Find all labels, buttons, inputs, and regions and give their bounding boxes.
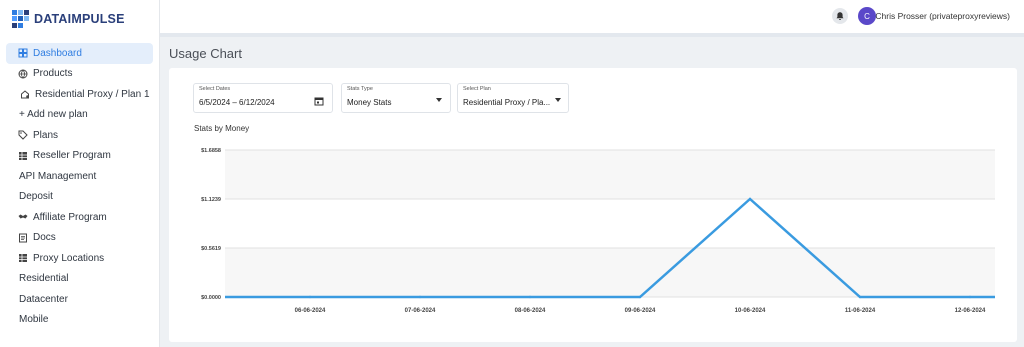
grid-icon <box>18 151 28 161</box>
y-tick-label: $0.5619 <box>201 246 221 252</box>
sidebar-item-reseller-program[interactable]: Reseller Program <box>6 146 153 167</box>
plot-band <box>225 248 995 297</box>
sidebar-item-residential-proxy-plan-1[interactable]: Residential Proxy / Plan 1 <box>6 84 153 105</box>
plot-background <box>225 150 995 297</box>
sidebar-item-label: Products <box>33 68 73 80</box>
handshake-icon <box>18 212 28 222</box>
sidebar-item-label: Mobile <box>19 314 49 326</box>
brand-name: DATAIMPULSE <box>34 12 125 26</box>
page-title: Usage Chart <box>169 46 242 61</box>
sidebar-item-label: Plans <box>33 129 59 141</box>
notifications-bell-button[interactable] <box>832 8 848 24</box>
sidebar-item-plans[interactable]: Plans <box>6 125 153 146</box>
grid-icon <box>18 253 28 263</box>
x-tick-label: 09-06-2024 <box>625 308 656 314</box>
data-point[interactable] <box>638 295 642 299</box>
x-tick-label: 10-06-2024 <box>735 308 766 314</box>
sidebar-item-label: + Add new plan <box>19 109 88 121</box>
sidebar-item-label: Residential <box>19 273 69 285</box>
sidebar-item-label: Dashboard <box>33 47 82 59</box>
user-avatar[interactable]: C <box>858 7 876 25</box>
sidebar: DATAIMPULSE Dashboard Products Residential… <box>0 0 160 347</box>
user-name[interactable]: Chris Prosser (privateproxyreviews) <box>875 11 1010 21</box>
sidebar-item-deposit[interactable]: Deposit <box>6 187 153 208</box>
usage-line-chart: $1.6858 $1.1239 $0.5619 $0.0000 06-06-2024 07… <box>201 148 995 314</box>
logo-mark-icon <box>12 10 30 28</box>
data-point[interactable] <box>968 295 972 299</box>
header-divider <box>160 33 1024 37</box>
sidebar-item-label: API Management <box>19 170 97 182</box>
y-tick-label: $1.1239 <box>201 197 221 203</box>
sidebar-item-proxy-locations[interactable]: Proxy Locations <box>6 248 153 269</box>
sidebar-item-datacenter[interactable]: Datacenter <box>6 289 153 310</box>
x-tick-label: 06-06-2024 <box>295 308 326 314</box>
x-tick-label: 11-06-2024 <box>845 308 876 314</box>
sidebar-item-dashboard[interactable]: Dashboard <box>6 43 153 64</box>
usage-chart-card: Select Dates 6/5/2024 – 6/12/2024 Stats … <box>169 68 1017 342</box>
sidebar-item-docs[interactable]: Docs <box>6 228 153 249</box>
plot-band <box>225 150 995 199</box>
data-point[interactable] <box>858 295 862 299</box>
doc-icon <box>18 233 28 243</box>
brand-logo[interactable]: DATAIMPULSE <box>0 0 159 38</box>
x-tick-label: 08-06-2024 <box>515 308 546 314</box>
bell-icon <box>836 12 844 20</box>
sidebar-item-mobile[interactable]: Mobile <box>6 310 153 331</box>
sidebar-item-label: Proxy Locations <box>33 252 105 264</box>
sidebar-item-label: Deposit <box>19 191 53 203</box>
sidebar-item-label: Residential Proxy / Plan 1 <box>35 88 150 100</box>
y-tick-label: $0.0000 <box>201 295 221 301</box>
sidebar-item-label: Affiliate Program <box>33 211 107 223</box>
globe-icon <box>18 69 28 79</box>
plot-band <box>225 198 995 249</box>
x-tick-label: 07-06-2024 <box>405 308 436 314</box>
sidebar-item-residential[interactable]: Residential <box>6 269 153 290</box>
data-point[interactable] <box>748 197 752 201</box>
x-tick-label: 12-06-2024 <box>955 308 986 314</box>
dashboard-icon <box>18 48 28 58</box>
sidebar-item-label: Docs <box>33 232 56 244</box>
data-point[interactable] <box>418 295 422 299</box>
sidebar-nav: Dashboard Products Residential Proxy / Pla… <box>0 38 159 330</box>
sidebar-item-label: Datacenter <box>19 293 68 305</box>
y-tick-label: $1.6858 <box>201 148 221 154</box>
topbar: C Chris Prosser (privateproxyreviews) <box>160 0 1024 33</box>
tag-icon <box>18 130 28 140</box>
sidebar-item-api-management[interactable]: API Management <box>6 166 153 187</box>
data-point[interactable] <box>308 295 312 299</box>
sidebar-item-affiliate-program[interactable]: Affiliate Program <box>6 207 153 228</box>
home-gear-icon <box>20 89 30 99</box>
sidebar-item-label: Reseller Program <box>33 150 111 162</box>
data-point[interactable] <box>528 295 532 299</box>
sidebar-item-add-new-plan[interactable]: + Add new plan <box>6 105 153 126</box>
sidebar-item-products[interactable]: Products <box>6 64 153 85</box>
